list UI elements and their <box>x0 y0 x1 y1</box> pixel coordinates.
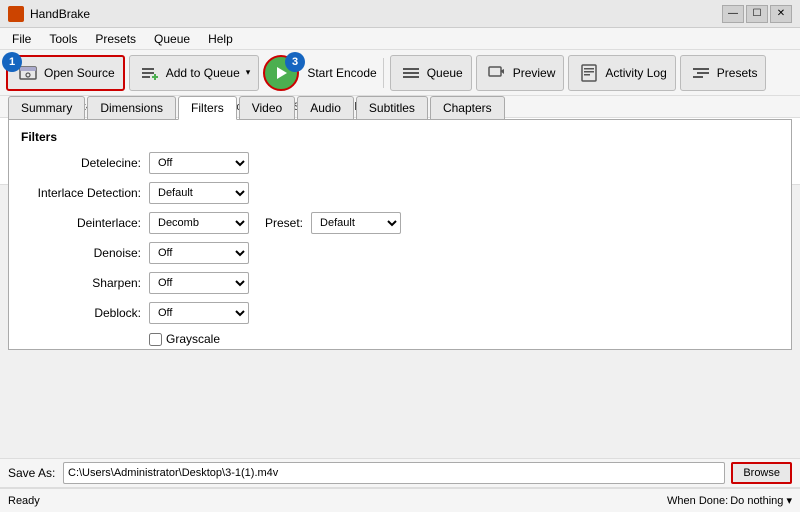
badge-3: 3 <box>285 52 305 72</box>
interlace-select[interactable]: Default <box>149 182 249 204</box>
activity-log-label: Activity Log <box>605 66 666 80</box>
separator-1 <box>383 58 384 88</box>
grayscale-label: Grayscale <box>166 332 220 346</box>
tab-summary[interactable]: Summary <box>8 96 85 119</box>
denoise-select[interactable]: Off <box>149 242 249 264</box>
add-queue-icon <box>138 61 162 85</box>
sharpen-select[interactable]: Off <box>149 272 249 294</box>
sharpen-row: Sharpen: Off <box>21 272 779 294</box>
open-source-label: Open Source <box>44 66 115 80</box>
window-controls: — ☐ ✕ <box>722 5 792 23</box>
menu-queue[interactable]: Queue <box>146 30 198 48</box>
menu-tools[interactable]: Tools <box>41 30 85 48</box>
preview-label: Preview <box>513 66 556 80</box>
filters-title: Filters <box>21 130 779 144</box>
deinterlace-row: Deinterlace: Decomb Preset: Default <box>21 212 779 234</box>
deinterlace-preset-select[interactable]: Default <box>311 212 401 234</box>
minimize-button[interactable]: — <box>722 5 744 23</box>
menu-bar: File Tools Presets Queue Help <box>0 28 800 50</box>
badge-1: 1 <box>2 52 22 72</box>
preview-button[interactable]: Preview <box>476 55 565 91</box>
deinterlace-preset-label: Preset: <box>265 216 303 230</box>
queue-button[interactable]: Queue <box>390 55 472 91</box>
deinterlace-label: Deinterlace: <box>21 216 141 230</box>
queue-label: Queue <box>427 66 463 80</box>
interlace-row: Interlace Detection: Default <box>21 182 779 204</box>
status-ready: Ready <box>8 495 40 507</box>
maximize-button[interactable]: ☐ <box>746 5 768 23</box>
detelecine-label: Detelecine: <box>21 156 141 170</box>
close-button[interactable]: ✕ <box>770 5 792 23</box>
add-queue-arrow[interactable]: ▾ <box>246 67 251 78</box>
toolbar: 1 Open Source Add to Queue ▾ 3 Start Enc… <box>0 50 800 96</box>
detelecine-select[interactable]: Off <box>149 152 249 174</box>
grayscale-checkbox[interactable] <box>149 333 162 346</box>
when-done-value[interactable]: Do nothing ▾ <box>730 494 792 507</box>
denoise-label: Denoise: <box>21 246 141 260</box>
presets-label: Presets <box>717 66 758 80</box>
tab-audio[interactable]: Audio <box>297 96 354 119</box>
title-bar-left: HandBrake <box>8 6 90 22</box>
when-done-label: When Done: <box>667 495 728 507</box>
tab-filters[interactable]: Filters <box>178 96 237 120</box>
deblock-row: Deblock: Off <box>21 302 779 324</box>
queue-icon <box>399 61 423 85</box>
denoise-row: Denoise: Off <box>21 242 779 264</box>
app-title: HandBrake <box>30 7 90 21</box>
status-bar: Ready When Done: Do nothing ▾ <box>0 488 800 512</box>
detelecine-row: Detelecine: Off <box>21 152 779 174</box>
app-icon <box>8 6 24 22</box>
preview-icon <box>485 61 509 85</box>
save-bar: Save As: Browse <box>0 458 800 488</box>
main-content: Summary Dimensions Filters Video Audio S… <box>0 96 800 464</box>
when-done[interactable]: When Done: Do nothing ▾ <box>667 494 792 507</box>
deblock-select[interactable]: Off <box>149 302 249 324</box>
filter-content: Filters Detelecine: Off Interlace Detect… <box>8 120 792 350</box>
menu-presets[interactable]: Presets <box>87 30 144 48</box>
add-queue-label: Add to Queue <box>166 66 240 80</box>
tab-chapters[interactable]: Chapters <box>430 96 505 119</box>
deinterlace-select[interactable]: Decomb <box>149 212 249 234</box>
menu-help[interactable]: Help <box>200 30 241 48</box>
tab-video[interactable]: Video <box>239 96 295 119</box>
title-bar: HandBrake — ☐ ✕ <box>0 0 800 28</box>
activity-log-button[interactable]: Activity Log <box>568 55 675 91</box>
save-path-input[interactable] <box>63 462 725 484</box>
grayscale-row: Grayscale <box>149 332 779 346</box>
tab-dimensions[interactable]: Dimensions <box>87 96 176 119</box>
interlace-label: Interlace Detection: <box>21 186 141 200</box>
tab-bar: Summary Dimensions Filters Video Audio S… <box>8 96 792 120</box>
presets-icon <box>689 61 713 85</box>
open-source-button[interactable]: Open Source <box>6 55 125 91</box>
browse-button[interactable]: Browse <box>731 462 792 484</box>
menu-file[interactable]: File <box>4 30 39 48</box>
start-encode-label: Start Encode <box>307 66 376 80</box>
presets-button[interactable]: Presets <box>680 55 767 91</box>
save-label: Save As: <box>8 466 63 480</box>
add-to-queue-button[interactable]: Add to Queue ▾ <box>129 55 260 91</box>
deblock-label: Deblock: <box>21 306 141 320</box>
tab-subtitles[interactable]: Subtitles <box>356 96 428 119</box>
activity-log-icon <box>577 61 601 85</box>
sharpen-label: Sharpen: <box>21 276 141 290</box>
